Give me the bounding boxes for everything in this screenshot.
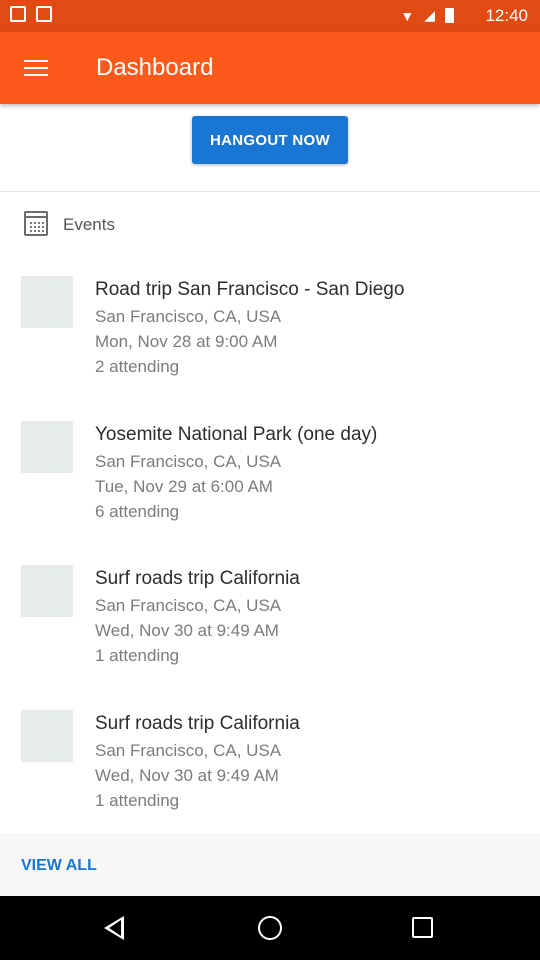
notification-icon <box>10 6 26 22</box>
event-item[interactable]: Yosemite National Park (one day) San Fra… <box>0 421 540 541</box>
event-attending: 6 attending <box>95 502 180 521</box>
system-icons: ▼ ◢ <box>400 7 454 24</box>
page-title: Dashboard <box>96 54 214 81</box>
event-attending: 2 attending <box>95 357 180 376</box>
event-datetime: Wed, Nov 30 at 9:49 AM <box>95 621 279 640</box>
event-datetime: Wed, Nov 30 at 9:49 AM <box>95 766 279 785</box>
event-item[interactable]: Road trip San Francisco - San Diego San … <box>0 276 540 396</box>
event-attending: 1 attending <box>95 791 180 810</box>
status-time: 12:40 <box>485 6 528 25</box>
event-location: San Francisco, CA, USA <box>95 741 282 760</box>
home-icon[interactable] <box>258 916 282 940</box>
event-title: Surf roads trip California <box>95 568 300 589</box>
event-title: Surf roads trip California <box>95 713 300 734</box>
view-all-link[interactable]: VIEW ALL <box>21 857 97 875</box>
view-all-bar: VIEW ALL <box>0 833 540 896</box>
notification-icon <box>36 6 52 22</box>
event-attending: 1 attending <box>95 646 180 665</box>
hangout-section: HANGOUT NOW <box>0 104 540 192</box>
wifi-icon: ▼ <box>400 7 415 24</box>
events-label: Events <box>63 215 115 234</box>
recent-apps-icon[interactable] <box>412 917 433 938</box>
app-bar: Dashboard <box>0 32 540 104</box>
system-nav-bar <box>0 896 540 960</box>
event-datetime: Tue, Nov 29 at 6:00 AM <box>95 477 273 496</box>
event-thumbnail <box>21 276 73 328</box>
event-thumbnail <box>21 421 73 473</box>
notification-icons <box>10 6 52 22</box>
back-icon[interactable] <box>104 916 124 940</box>
battery-icon <box>445 8 454 23</box>
event-thumbnail <box>21 565 73 617</box>
calendar-icon <box>24 211 48 236</box>
event-location: San Francisco, CA, USA <box>95 452 282 471</box>
event-title: Road trip San Francisco - San Diego <box>95 279 405 300</box>
hamburger-menu-icon[interactable] <box>24 60 48 78</box>
events-header: Events <box>0 205 540 245</box>
event-datetime: Mon, Nov 28 at 9:00 AM <box>95 332 278 351</box>
hangout-now-button[interactable]: HANGOUT NOW <box>192 116 348 164</box>
signal-icon: ◢ <box>424 7 435 23</box>
event-item[interactable]: Surf roads trip California San Francisco… <box>0 565 540 685</box>
status-bar: ▼ ◢ 12:40 <box>0 0 540 32</box>
event-thumbnail <box>21 710 73 762</box>
event-title: Yosemite National Park (one day) <box>95 424 378 445</box>
event-location: San Francisco, CA, USA <box>95 307 282 326</box>
event-location: San Francisco, CA, USA <box>95 596 282 615</box>
event-item[interactable]: Surf roads trip California San Francisco… <box>0 710 540 830</box>
